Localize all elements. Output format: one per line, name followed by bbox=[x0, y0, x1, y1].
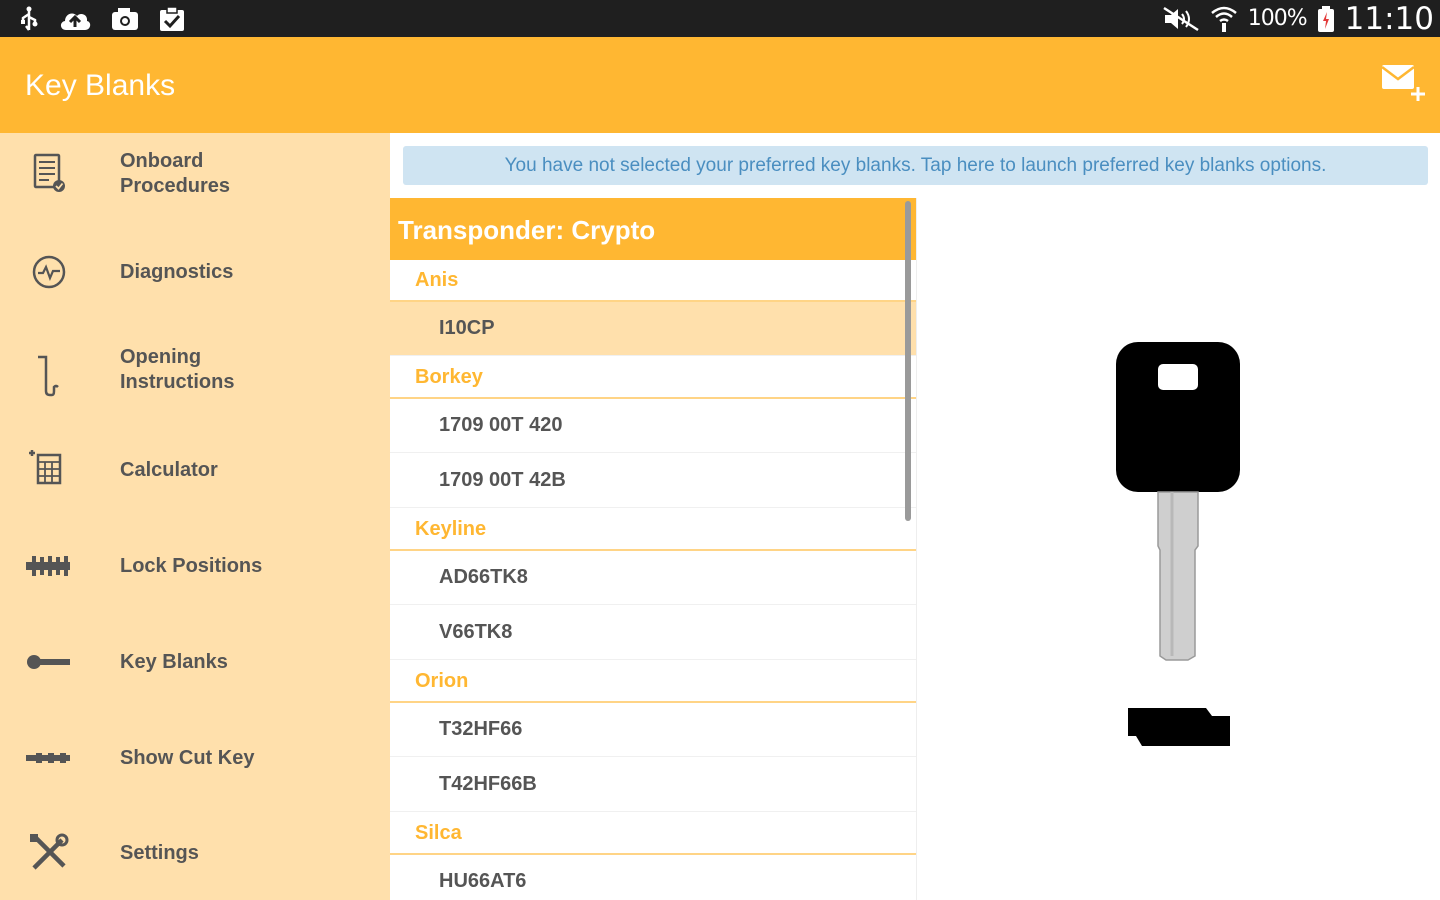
sidebar-item-calculator[interactable]: Calculator bbox=[0, 431, 390, 511]
sidebar-item-key-blanks[interactable]: Key Blanks bbox=[0, 623, 390, 703]
group-header-keyline: Keyline bbox=[390, 509, 916, 551]
list-scrollbar[interactable] bbox=[905, 201, 911, 521]
sidebar: Onboard Procedures Diagnostics Opening I… bbox=[0, 133, 390, 900]
status-bar-system: 100% 11:10 bbox=[1162, 0, 1434, 37]
item-label: V66TK8 bbox=[439, 621, 513, 643]
tools-icon bbox=[30, 833, 69, 870]
document-check-icon bbox=[33, 153, 65, 192]
item-label: 1709 00T 42B bbox=[439, 469, 566, 491]
group-name: Silca bbox=[415, 822, 462, 844]
item-label: T32HF66 bbox=[439, 718, 523, 740]
list-item[interactable]: V66TK8 bbox=[390, 606, 916, 660]
list-item[interactable]: T32HF66 bbox=[390, 703, 916, 757]
transponder-title: Transponder: Crypto bbox=[398, 215, 656, 245]
app-bar: Key Blanks bbox=[0, 37, 1440, 133]
list-item[interactable]: 1709 00T 420 bbox=[390, 399, 916, 453]
camera-icon bbox=[112, 8, 138, 30]
key-icon bbox=[27, 655, 70, 669]
status-bar: 100% 11:10 bbox=[0, 0, 1440, 37]
sidebar-item-onboard-procedures[interactable]: Onboard Procedures bbox=[0, 133, 390, 217]
group-header-silca: Silca bbox=[390, 813, 916, 855]
battery-icon bbox=[1317, 5, 1334, 32]
item-label: T42HF66B bbox=[439, 773, 537, 795]
sidebar-item-label: Lock Positions bbox=[120, 555, 263, 577]
mute-icon bbox=[1163, 6, 1199, 31]
list-item[interactable]: 1709 00T 42B bbox=[390, 454, 916, 508]
item-label: 1709 00T 420 bbox=[439, 414, 563, 436]
banner-text: You have not selected your preferred key… bbox=[504, 155, 1327, 176]
item-label: I10CP bbox=[439, 317, 495, 339]
item-label: AD66TK8 bbox=[439, 566, 528, 588]
list-item[interactable]: HU66AT6 bbox=[390, 855, 916, 900]
group-header-anis: Anis bbox=[390, 260, 916, 302]
key-blank-list[interactable]: Transponder: Crypto Anis I10CP Borkey 17… bbox=[390, 198, 917, 900]
sidebar-item-opening-instructions[interactable]: Opening Instructions bbox=[0, 329, 390, 419]
cut-key-icon bbox=[26, 753, 70, 763]
sidebar-item-label: Opening Instructions bbox=[120, 346, 235, 393]
group-header-borkey: Borkey bbox=[390, 357, 916, 399]
battery-percentage: 100% bbox=[1247, 6, 1308, 31]
group-name: Keyline bbox=[415, 518, 487, 540]
sidebar-item-lock-positions[interactable]: Lock Positions bbox=[0, 527, 390, 607]
sidebar-item-diagnostics[interactable]: Diagnostics bbox=[0, 233, 390, 313]
lock-positions-icon bbox=[26, 556, 70, 576]
wifi-icon bbox=[1210, 6, 1237, 32]
sidebar-item-label: Onboard Procedures bbox=[120, 150, 231, 197]
group-name: Anis bbox=[415, 269, 459, 291]
key-blank-image bbox=[1116, 342, 1240, 746]
list-item[interactable]: AD66TK8 bbox=[390, 551, 916, 605]
sidebar-item-label: Settings bbox=[120, 842, 199, 864]
preferred-key-blanks-banner[interactable]: You have not selected your preferred key… bbox=[403, 146, 1428, 185]
sidebar-item-settings[interactable]: Settings bbox=[0, 814, 390, 894]
sidebar-item-label: Calculator bbox=[120, 459, 218, 481]
status-bar-notifications bbox=[18, 5, 186, 33]
sidebar-item-label: Diagnostics bbox=[120, 261, 234, 283]
pick-tool-icon bbox=[38, 355, 59, 397]
usb-icon bbox=[21, 6, 38, 31]
list-item[interactable]: T42HF66B bbox=[390, 758, 916, 812]
sidebar-item-show-cut-key[interactable]: Show Cut Key bbox=[0, 719, 390, 799]
compose-email-button[interactable] bbox=[1380, 61, 1428, 105]
calculator-icon bbox=[29, 450, 62, 485]
sidebar-item-label: Key Blanks bbox=[120, 651, 228, 673]
group-name: Borkey bbox=[415, 366, 483, 388]
list-item-i10cp[interactable]: I10CP bbox=[390, 302, 916, 356]
item-label: HU66AT6 bbox=[439, 870, 527, 892]
sidebar-item-label: Show Cut Key bbox=[120, 747, 255, 769]
gauge-icon bbox=[32, 255, 66, 289]
group-name: Orion bbox=[415, 670, 469, 692]
clock: 11:10 bbox=[1344, 0, 1434, 37]
cloud-upload-icon bbox=[60, 13, 91, 30]
group-header-orion: Orion bbox=[390, 661, 916, 703]
list-header: Transponder: Crypto bbox=[390, 198, 916, 260]
page-title: Key Blanks bbox=[25, 69, 176, 102]
clipboard-check-icon bbox=[160, 6, 184, 31]
compose-email-icon bbox=[1381, 65, 1425, 101]
